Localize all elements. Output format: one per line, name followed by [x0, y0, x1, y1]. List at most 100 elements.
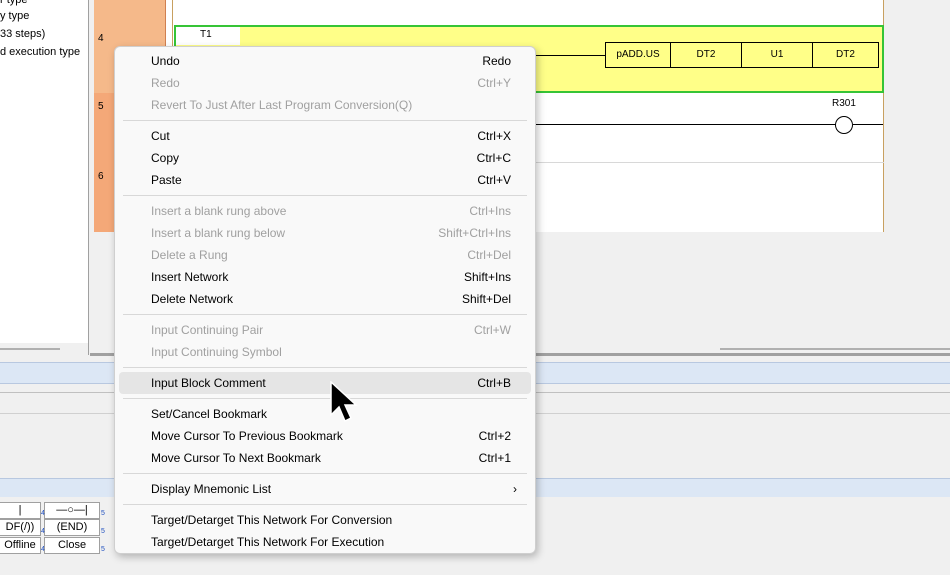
- menu-item-insert-rung-above[interactable]: Insert a blank rung above Ctrl+Ins: [119, 200, 531, 222]
- menu-separator: [123, 398, 527, 399]
- menu-item-label: Input Continuing Pair: [151, 323, 264, 337]
- menu-item-label: Target/Detarget This Network For Convers…: [151, 513, 393, 527]
- menu-item-label: Input Block Comment: [151, 376, 266, 390]
- menu-item-redo[interactable]: Redo Ctrl+Y: [119, 72, 531, 94]
- coil-label: R301: [832, 98, 856, 109]
- menu-item-target-execution[interactable]: Target/Detarget This Network For Executi…: [119, 531, 531, 553]
- menu-item-target-conversion[interactable]: Target/Detarget This Network For Convers…: [119, 509, 531, 531]
- menu-separator: [123, 314, 527, 315]
- menu-item-prev-bookmark[interactable]: Move Cursor To Previous Bookmark Ctrl+2: [119, 425, 531, 447]
- instruction-cell[interactable]: DT2: [670, 42, 742, 68]
- menu-item-shortcut: Ctrl+X: [477, 129, 511, 143]
- rung-wire: [853, 124, 883, 125]
- menu-item-label: Input Continuing Symbol: [151, 345, 282, 359]
- menu-item-label: Move Cursor To Next Bookmark: [151, 451, 321, 465]
- menu-item-shortcut: Redo: [482, 54, 511, 68]
- instruction-cell[interactable]: U1: [741, 42, 813, 68]
- menu-separator: [123, 504, 527, 505]
- ladder-horizontal-scrollbar[interactable]: [720, 343, 950, 353]
- menu-item-copy[interactable]: Copy Ctrl+C: [119, 147, 531, 169]
- tree-horizontal-scrollbar[interactable]: [0, 343, 90, 353]
- menu-item-label: Move Cursor To Previous Bookmark: [151, 429, 343, 443]
- menu-item-shortcut: Ctrl+2: [478, 429, 511, 443]
- menu-item-label: Delete a Rung: [151, 248, 228, 262]
- menu-item-label: Copy: [151, 151, 180, 165]
- menu-separator: [123, 473, 527, 474]
- fkey-close[interactable]: Close: [44, 537, 100, 554]
- project-tree[interactable]: r type y type 33 steps) d execution type: [0, 0, 88, 352]
- menu-item-next-bookmark[interactable]: Move Cursor To Next Bookmark Ctrl+1: [119, 447, 531, 469]
- fkey-number: 5: [101, 546, 105, 553]
- menu-item-label: Target/Detarget This Network For Executi…: [151, 535, 385, 549]
- menu-item-shortcut: Ctrl+C: [476, 151, 511, 165]
- menu-separator: [123, 120, 527, 121]
- fkey-df[interactable]: DF(/)): [0, 519, 41, 536]
- fkey-contact[interactable]: |: [0, 502, 41, 519]
- instruction-cell[interactable]: pADD.US: [605, 42, 671, 68]
- rung-number-cell: [94, 0, 166, 25]
- function-key-bar: | —○—| DF(/)) (END) Offline Close 4 5 4 …: [0, 500, 120, 558]
- fkey-number: 4: [41, 528, 45, 535]
- menu-item-continuing-pair[interactable]: Input Continuing Pair Ctrl+W: [119, 319, 531, 341]
- fkey-number: 5: [101, 528, 105, 535]
- menu-item-label: Revert To Just After Last Program Conver…: [151, 98, 413, 112]
- menu-item-label: Display Mnemonic List: [151, 482, 272, 496]
- fkey-offline[interactable]: Offline: [0, 537, 41, 554]
- contact-label: T1: [200, 29, 212, 40]
- menu-item-label: Paste: [151, 173, 182, 187]
- menu-item-label: Redo: [151, 76, 180, 90]
- menu-item-delete-network[interactable]: Delete Network Shift+Del: [119, 288, 531, 310]
- instruction-cell[interactable]: DT2: [812, 42, 879, 68]
- rung-number: 4: [98, 33, 104, 44]
- tree-item[interactable]: 33 steps): [0, 26, 45, 42]
- fkey-coil[interactable]: —○—|: [44, 502, 100, 519]
- menu-item-undo[interactable]: Undo Redo: [119, 50, 531, 72]
- rung-wire: [536, 55, 606, 56]
- menu-item-label: Insert a blank rung above: [151, 204, 287, 218]
- menu-item-insert-network[interactable]: Insert Network Shift+Ins: [119, 266, 531, 288]
- rung-number: 6: [98, 171, 104, 182]
- menu-item-continuing-symbol[interactable]: Input Continuing Symbol: [119, 341, 531, 363]
- menu-item-insert-rung-below[interactable]: Insert a blank rung below Shift+Ctrl+Ins: [119, 222, 531, 244]
- menu-item-paste[interactable]: Paste Ctrl+V: [119, 169, 531, 191]
- menu-item-label: Cut: [151, 129, 170, 143]
- menu-item-shortcut: Ctrl+Del: [467, 248, 511, 262]
- fkey-end[interactable]: (END): [44, 519, 100, 536]
- menu-item-mnemonic-list[interactable]: Display Mnemonic List ›: [119, 478, 531, 500]
- menu-item-shortcut: Ctrl+Y: [477, 76, 511, 90]
- menu-item-shortcut: Ctrl+1: [478, 451, 511, 465]
- menu-item-bookmark[interactable]: Set/Cancel Bookmark: [119, 403, 531, 425]
- coil-icon[interactable]: [835, 116, 853, 134]
- menu-item-label: Delete Network: [151, 292, 234, 306]
- tree-item[interactable]: r type: [0, 0, 28, 8]
- mouse-pointer-icon: [330, 381, 358, 423]
- menu-item-shortcut: Ctrl+B: [477, 376, 511, 390]
- menu-separator: [123, 195, 527, 196]
- rung-divider: [536, 162, 884, 163]
- chevron-right-icon: ›: [513, 482, 517, 496]
- fkey-number: 4: [41, 510, 45, 517]
- menu-item-shortcut: Ctrl+W: [474, 323, 511, 337]
- context-menu: Undo Redo Redo Ctrl+Y Revert To Just Aft…: [114, 46, 536, 554]
- menu-item-label: Set/Cancel Bookmark: [151, 407, 268, 421]
- menu-item-shortcut: Shift+Ctrl+Ins: [438, 226, 511, 240]
- menu-item-block-comment[interactable]: Input Block Comment Ctrl+B: [119, 372, 531, 394]
- tree-item[interactable]: y type: [0, 8, 29, 24]
- menu-separator: [123, 367, 527, 368]
- fkey-number: 5: [101, 510, 105, 517]
- menu-item-shortcut: Shift+Ins: [463, 270, 511, 284]
- menu-item-shortcut: Ctrl+V: [477, 173, 511, 187]
- rung-wire: [536, 124, 836, 125]
- menu-item-label: Insert Network: [151, 270, 229, 284]
- rung-number: 5: [98, 101, 104, 112]
- menu-item-revert[interactable]: Revert To Just After Last Program Conver…: [119, 94, 531, 116]
- menu-item-delete-rung[interactable]: Delete a Rung Ctrl+Del: [119, 244, 531, 266]
- menu-item-shortcut: Shift+Del: [461, 292, 511, 306]
- menu-item-label: Insert a blank rung below: [151, 226, 286, 240]
- menu-item-shortcut: Ctrl+Ins: [469, 204, 511, 218]
- menu-item-label: Undo: [151, 54, 180, 68]
- contact-t1[interactable]: T1: [176, 27, 240, 45]
- menu-item-cut[interactable]: Cut Ctrl+X: [119, 125, 531, 147]
- fkey-number: 4: [41, 546, 45, 553]
- tree-item[interactable]: d execution type: [0, 44, 80, 60]
